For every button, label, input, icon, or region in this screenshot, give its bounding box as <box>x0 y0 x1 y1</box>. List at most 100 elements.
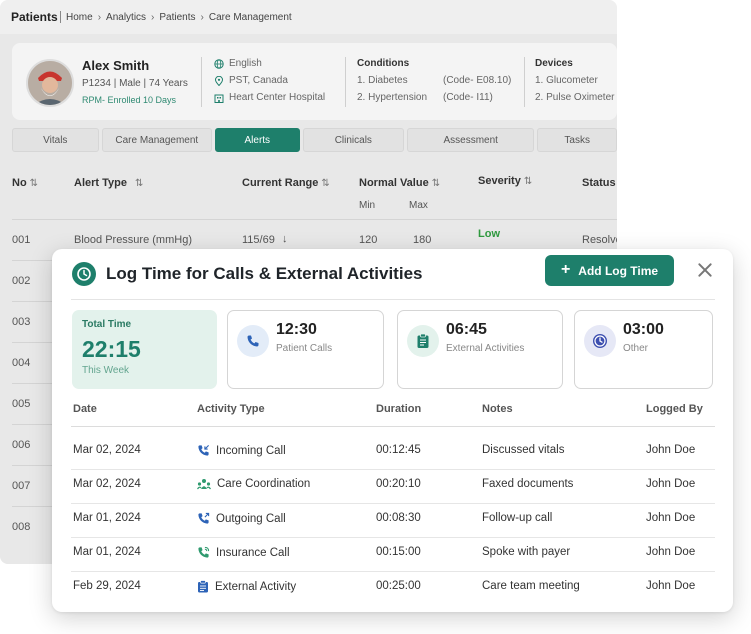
chevron-right-icon: › <box>151 11 155 23</box>
total-time-value: 22:15 <box>82 336 141 362</box>
divider <box>12 219 617 220</box>
condition-name: 2. Hypertension <box>357 92 428 103</box>
alert-max: 180 <box>413 234 432 246</box>
log-user: John Doe <box>646 478 696 490</box>
column-header-alert-type[interactable]: Alert Type ⇅ <box>74 177 143 189</box>
log-user: John Doe <box>646 512 696 524</box>
patient-conditions: Conditions 1. Diabetes (Code- E08.10) 2. … <box>357 55 511 106</box>
chevron-right-icon: › <box>97 11 102 23</box>
patient-avatar <box>26 59 74 107</box>
sort-icon: ⇅ <box>134 178 144 189</box>
alert-type: Blood Pressure (mmHg) <box>74 234 192 246</box>
add-log-time-button[interactable]: + Add Log Time <box>545 255 674 286</box>
divider <box>345 57 346 107</box>
column-header-normal-value[interactable]: Normal Value ⇅ <box>359 177 440 189</box>
breadcrumb-home[interactable]: Home <box>66 12 93 23</box>
tab-tasks[interactable]: Tasks <box>537 128 617 152</box>
log-user: John Doe <box>646 546 696 558</box>
patient-summary-card: Alex Smith P1234 | Male | 74 Years RPM- … <box>12 43 617 120</box>
divider <box>71 469 715 470</box>
divider <box>12 506 52 507</box>
log-user: John Doe <box>646 444 696 456</box>
log-user: John Doe <box>646 580 696 592</box>
device-item: 2. Pulse Oximeter <box>535 92 615 103</box>
external-activities-label: External Activities <box>446 343 525 354</box>
patient-tabs: Vitals Care Management Alerts Clinicals … <box>12 128 617 152</box>
conditions-heading: Conditions <box>357 58 410 69</box>
clock-icon <box>72 262 96 286</box>
device-item: 1. Glucometer <box>535 75 598 86</box>
log-date: Mar 01, 2024 <box>73 546 141 558</box>
severity-badge: Low <box>478 228 500 240</box>
condition-name: 1. Diabetes <box>357 75 408 86</box>
alert-min: 120 <box>359 234 378 246</box>
tab-vitals[interactable]: Vitals <box>12 128 99 152</box>
sort-icon: ⇅ <box>523 176 533 187</box>
tab-assessment[interactable]: Assessment <box>407 128 535 152</box>
column-header-no[interactable]: No ⇅ <box>12 177 38 189</box>
log-notes: Discussed vitals <box>482 444 565 456</box>
alert-row-number: 005 <box>12 398 31 410</box>
tab-care-management[interactable]: Care Management <box>101 128 212 152</box>
divider <box>12 301 52 302</box>
patient-devices: Devices 1. Glucometer 2. Pulse Oximeter <box>535 55 617 106</box>
column-header-severity[interactable]: Severity ⇅ <box>478 175 532 187</box>
close-icon[interactable] <box>694 259 716 281</box>
column-header-logged-by[interactable]: Logged By <box>646 403 703 415</box>
dialog-title: Log Time for Calls & External Activities <box>106 264 423 283</box>
alert-current-range: 115/69 <box>242 234 275 246</box>
patient-timezone: PST, Canada <box>229 75 288 86</box>
column-header-duration[interactable]: Duration <box>376 403 421 415</box>
external-activity-icon <box>198 580 208 593</box>
condition-code: (Code- I11) <box>443 92 493 103</box>
breadcrumb-patients[interactable]: Patients <box>159 12 195 23</box>
total-time-card: Total Time 22:15 This Week <box>72 310 217 389</box>
column-header-current-range[interactable]: Current Range ⇅ <box>242 177 330 189</box>
divider <box>201 57 202 107</box>
column-header-notes[interactable]: Notes <box>482 403 513 415</box>
tab-alerts[interactable]: Alerts <box>215 128 300 152</box>
patient-info: P1234 | Male | 74 Years <box>82 78 188 89</box>
condition-code: (Code- E08.10) <box>443 75 512 86</box>
divider <box>12 342 52 343</box>
log-activity: Care Coordination <box>197 478 310 490</box>
divider <box>12 465 52 466</box>
patient-language: English <box>229 58 262 69</box>
app-title: Patients <box>11 10 58 24</box>
sort-icon: ⇅ <box>29 178 39 189</box>
divider <box>71 537 715 538</box>
divider <box>71 426 715 427</box>
divider <box>71 503 715 504</box>
hospital-icon <box>214 94 224 103</box>
log-notes: Faxed documents <box>482 478 574 490</box>
sort-icon: ⇅ <box>321 178 330 189</box>
tab-clinicals[interactable]: Clinicals <box>302 128 405 152</box>
external-activities-card: 06:45 External Activities <box>397 310 563 389</box>
alert-row-number: 002 <box>12 275 31 287</box>
incoming-call-icon <box>198 444 210 456</box>
column-header-date[interactable]: Date <box>73 403 97 415</box>
breadcrumb-analytics[interactable]: Analytics <box>106 12 146 23</box>
alert-row-number: 008 <box>12 521 31 533</box>
log-duration: 00:12:45 <box>376 444 421 456</box>
other-time: 03:00 <box>623 321 664 338</box>
globe-icon <box>214 58 224 69</box>
devices-heading: Devices <box>535 58 573 69</box>
divider <box>71 299 715 300</box>
arrow-down-icon: ↓ <box>282 233 288 245</box>
insurance-call-icon <box>198 546 210 558</box>
column-header-status[interactable]: Status <box>582 177 616 189</box>
add-log-time-label: Add Log Time <box>578 263 659 278</box>
column-header-activity-type[interactable]: Activity Type <box>197 403 265 415</box>
divider <box>524 57 525 107</box>
log-activity: Outgoing Call <box>197 512 286 525</box>
log-activity: Incoming Call <box>197 444 286 457</box>
log-date: Feb 29, 2024 <box>73 580 141 592</box>
patient-name: Alex Smith <box>82 58 150 73</box>
alert-row-number: 003 <box>12 316 31 328</box>
total-time-label: Total Time <box>82 319 132 330</box>
log-date: Mar 02, 2024 <box>73 478 141 490</box>
location-pin-icon <box>214 75 224 86</box>
clipboard-icon <box>407 325 439 357</box>
care-coordination-icon <box>197 479 211 490</box>
